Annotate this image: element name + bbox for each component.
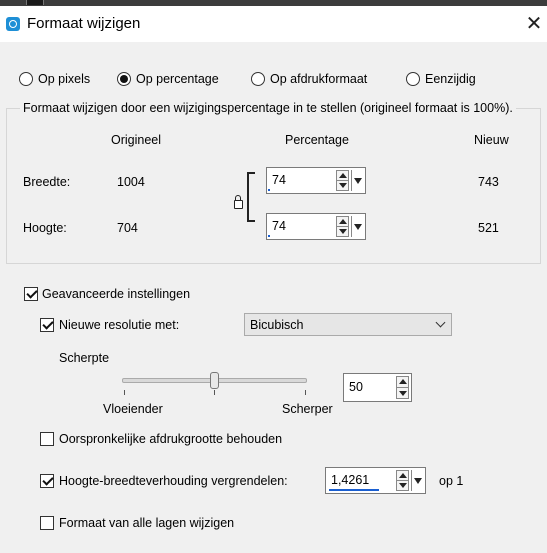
radio-label-op-afdrukformaat[interactable]: Op afdrukformaat: [270, 72, 367, 86]
height-new-value: 521: [478, 221, 499, 235]
resample-method-select[interactable]: Bicubisch: [244, 313, 452, 336]
radio-op-afdrukformaat[interactable]: [251, 72, 265, 86]
sharpness-min-label: Vloeiender: [103, 402, 163, 416]
spin-up-icon[interactable]: [339, 173, 347, 178]
spin-up-icon[interactable]: [399, 473, 407, 478]
column-header-percentage: Percentage: [285, 133, 349, 147]
advanced-settings-label[interactable]: Geavanceerde instellingen: [42, 287, 190, 301]
width-percentage-dropdown-icon[interactable]: [351, 170, 363, 191]
width-new-value: 743: [478, 175, 499, 189]
text-caret: [268, 235, 270, 237]
all-layers-label[interactable]: Formaat van alle lagen wijzigen: [59, 516, 234, 530]
resample-method-value[interactable]: Bicubisch: [250, 318, 304, 332]
new-resolution-checkbox[interactable]: [40, 318, 54, 332]
sharpness-max-label: Scherper: [282, 402, 333, 416]
radio-eenzijdig[interactable]: [406, 72, 420, 86]
column-header-new: Nieuw: [474, 133, 509, 147]
new-resolution-label[interactable]: Nieuwe resolutie met:: [59, 318, 179, 332]
lock-icon: [234, 195, 243, 209]
aspect-ratio-dropdown-icon[interactable]: [411, 470, 423, 491]
aspect-ratio-spinbox[interactable]: 1,4261: [325, 467, 426, 494]
width-percentage-value[interactable]: 74: [272, 173, 286, 187]
radio-label-op-pixels[interactable]: Op pixels: [38, 72, 90, 86]
lock-ratio-label[interactable]: Hoogte-breedteverhouding vergrendelen:: [59, 474, 288, 488]
window-title: Formaat wijzigen: [27, 15, 141, 32]
text-selection-underline: [329, 489, 379, 491]
aspect-ratio-suffix: op 1: [439, 474, 464, 488]
all-layers-checkbox[interactable]: [40, 516, 54, 530]
spin-down-icon[interactable]: [339, 183, 347, 188]
text-caret: [268, 189, 270, 191]
height-percentage-dropdown-icon[interactable]: [351, 216, 363, 237]
spin-down-icon[interactable]: [339, 229, 347, 234]
advanced-settings-checkbox[interactable]: [24, 287, 38, 301]
radio-label-eenzijdig[interactable]: Eenzijdig: [425, 72, 476, 86]
app-icon: [6, 17, 20, 31]
keep-print-size-checkbox[interactable]: [40, 432, 54, 446]
radio-op-pixels[interactable]: [19, 72, 33, 86]
aspect-ratio-value[interactable]: 1,4261: [331, 473, 369, 487]
chevron-down-icon[interactable]: [435, 317, 446, 328]
width-percentage-spinbox[interactable]: 74: [266, 167, 366, 194]
column-header-original: Origineel: [111, 133, 162, 147]
aspect-link-bracket: [247, 172, 255, 222]
sharpness-spinbox[interactable]: 50: [343, 373, 412, 402]
spin-down-icon[interactable]: [399, 391, 407, 396]
slider-tick: [124, 390, 125, 395]
height-original-value: 704: [117, 221, 138, 235]
aspect-ratio-stepper[interactable]: [396, 470, 409, 491]
width-label: Breedte:: [23, 175, 71, 189]
radio-op-percentage[interactable]: [117, 72, 131, 86]
spin-up-icon[interactable]: [399, 379, 407, 384]
width-percentage-stepper[interactable]: [336, 170, 349, 191]
height-percentage-spinbox[interactable]: 74: [266, 213, 366, 240]
height-percentage-value[interactable]: 74: [272, 219, 286, 233]
slider-tick: [305, 390, 306, 395]
sharpness-value[interactable]: 50: [349, 380, 363, 394]
sharpness-stepper[interactable]: [396, 376, 409, 399]
width-original-value: 1004: [117, 175, 145, 189]
sharpness-slider-thumb[interactable]: [210, 372, 219, 389]
radio-label-op-percentage[interactable]: Op percentage: [136, 72, 219, 86]
height-percentage-stepper[interactable]: [336, 216, 349, 237]
keep-print-size-label[interactable]: Oorspronkelijke afdrukgrootte behouden: [59, 432, 282, 446]
background-window-button: [26, 0, 44, 5]
height-label: Hoogte:: [23, 221, 67, 235]
slider-tick: [214, 390, 215, 395]
lock-ratio-checkbox[interactable]: [40, 474, 54, 488]
close-icon[interactable]: ✕: [522, 12, 546, 36]
sharpness-title: Scherpte: [59, 351, 110, 365]
spin-up-icon[interactable]: [339, 219, 347, 224]
groupbox-title: Formaat wijzigen door een wijzigingsperc…: [20, 101, 516, 115]
spin-down-icon[interactable]: [399, 483, 407, 488]
